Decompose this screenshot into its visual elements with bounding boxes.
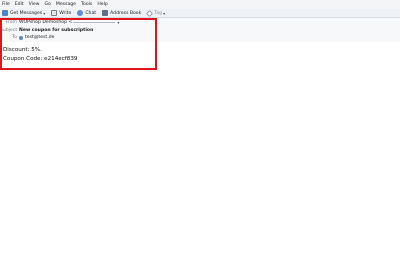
write-label: Write: [59, 10, 72, 16]
tag-button[interactable]: Tag ▾: [146, 9, 165, 18]
main-toolbar: Get Messages ▾ Write Chat Address Book T…: [0, 9, 400, 18]
chevron-down-icon[interactable]: ▾: [163, 11, 165, 16]
highlight-box: [0, 18, 157, 70]
chat-bubble-icon: [77, 10, 84, 16]
address-book-icon: [102, 10, 109, 16]
address-book-button[interactable]: Address Book: [102, 9, 141, 18]
pencil-icon: [51, 10, 58, 16]
get-messages-button[interactable]: Get Messages ▾: [2, 9, 45, 18]
address-book-label: Address Book: [110, 10, 142, 16]
tag-icon: [146, 9, 154, 17]
menu-go[interactable]: Go: [45, 0, 51, 9]
tag-label: Tag: [154, 10, 163, 16]
chat-label: Chat: [85, 10, 97, 16]
chat-button[interactable]: Chat: [77, 9, 96, 18]
write-button[interactable]: Write: [51, 9, 71, 18]
get-messages-label: Get Messages: [10, 10, 43, 16]
download-icon: [2, 10, 8, 16]
chevron-down-icon[interactable]: ▾: [43, 11, 45, 16]
